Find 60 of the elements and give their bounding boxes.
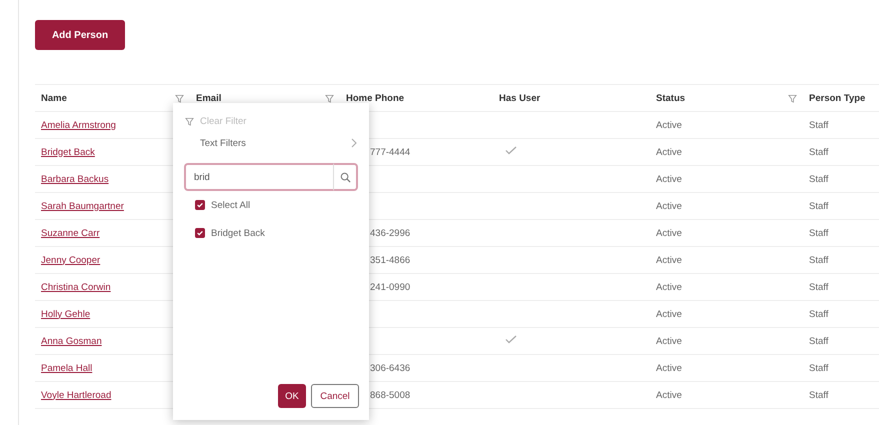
table-cell: Active: [656, 362, 682, 374]
table-cell: 436-2996: [370, 228, 410, 238]
table-cell: Staff: [809, 146, 828, 158]
column-header[interactable]: Status: [656, 92, 686, 104]
table-cell: Active: [656, 254, 682, 266]
column-header[interactable]: Person Type: [809, 92, 866, 104]
table-cell: Active: [656, 282, 682, 292]
person-name-link[interactable]: Sarah Baumgartner: [41, 200, 124, 212]
table-cell: Active: [656, 146, 682, 158]
filter-icon: [185, 116, 194, 126]
person-name-link[interactable]: Holly Gehle: [41, 308, 90, 320]
table-cell: Active: [656, 308, 682, 320]
table-cell: Staff: [809, 254, 828, 266]
table-cell: Staff: [809, 308, 828, 320]
table-cell: Active: [656, 200, 682, 212]
search-field[interactable]: brid: [184, 163, 334, 191]
person-name-link[interactable]: Christina Corwin: [41, 282, 111, 292]
table-cell: 868-5008: [370, 390, 410, 400]
table-cell: Staff: [809, 200, 828, 212]
person-name-link[interactable]: Amelia Armstrong: [41, 120, 116, 130]
column-header[interactable]: Email: [196, 92, 222, 104]
table-cell: Staff: [809, 336, 828, 346]
search-icon[interactable]: [334, 163, 358, 191]
table-cell: Active: [656, 174, 682, 184]
table-cell: Active: [656, 120, 682, 130]
table-cell: 777-4444: [370, 146, 410, 158]
column-header[interactable]: Home Phone: [346, 92, 404, 104]
person-name-link[interactable]: Suzanne Carr: [41, 228, 100, 238]
text-filters-item[interactable]: Text Filters: [200, 138, 246, 148]
table-cell: Staff: [809, 282, 828, 292]
person-name-link[interactable]: Voyle Hartleroad: [41, 390, 112, 400]
table-cell: Active: [656, 336, 682, 346]
ok-button[interactable]: OK: [278, 384, 306, 408]
table-cell: Active: [656, 228, 682, 238]
checkbox[interactable]: [195, 200, 205, 210]
table-cell: Staff: [809, 362, 828, 374]
person-name-link[interactable]: Pamela Hall: [41, 362, 92, 374]
table-cell: 241-0990: [370, 282, 410, 292]
person-name-link[interactable]: Bridget Back: [41, 146, 95, 158]
chevron-right-icon: [351, 138, 357, 148]
table-cell: 306-6436: [370, 362, 410, 374]
column-header[interactable]: Has User: [499, 92, 540, 104]
table-cell: Active: [656, 390, 682, 400]
person-name-link[interactable]: Barbara Backus: [41, 174, 109, 184]
cancel-button[interactable]: Cancel: [311, 384, 359, 408]
table-cell: Staff: [809, 390, 828, 400]
person-name-link[interactable]: Jenny Cooper: [41, 254, 100, 266]
table-cell: Staff: [809, 120, 828, 130]
filter-icon[interactable]: [788, 94, 797, 102]
option-label: Select All: [211, 200, 250, 210]
table-cell: Staff: [809, 174, 828, 184]
filter-icon[interactable]: [325, 94, 334, 102]
person-name-link[interactable]: Anna Gosman: [41, 336, 102, 346]
checkbox[interactable]: [195, 228, 205, 238]
filter-icon[interactable]: [175, 94, 184, 102]
table-cell: 351-4866: [370, 254, 410, 266]
add-person-button[interactable]: Add Person: [35, 20, 125, 50]
option-label: Bridget Back: [211, 228, 265, 238]
table-cell: Staff: [809, 228, 828, 238]
column-header[interactable]: Name: [41, 92, 67, 104]
